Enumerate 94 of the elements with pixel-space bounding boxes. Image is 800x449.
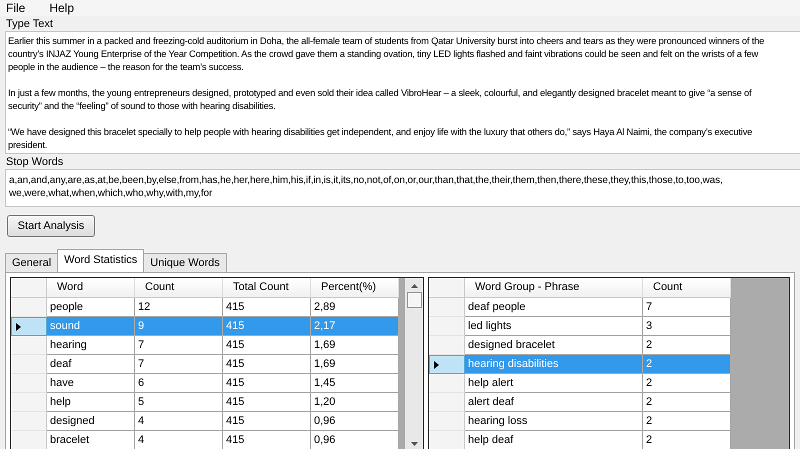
table-cell: 415 [223, 374, 311, 393]
column-header[interactable]: Count [135, 278, 223, 298]
table-cell: 415 [223, 336, 311, 355]
table-cell: 1,69 [311, 355, 399, 374]
table-cell: hearing [47, 336, 135, 355]
table-cell: designed [47, 412, 135, 431]
corner-header [429, 278, 465, 298]
table-row[interactable]: designed bracelet 2 [429, 336, 731, 355]
table-row[interactable]: deaf people 7 [429, 298, 731, 317]
current-row-icon [16, 322, 21, 330]
scroll-up-icon[interactable] [410, 284, 418, 288]
table-cell: 2 [643, 336, 731, 355]
column-header[interactable]: Word [47, 278, 135, 298]
vertical-scrollbar[interactable] [399, 278, 423, 449]
field-label: Type Text [5, 17, 54, 31]
text-line: Earlier this summer in a packed and freezing-cold auditorium in Doha, the all-female team of students from Qatar University burst into cheers and tears as they were pronounced winners of the [8, 34, 766, 47]
table-cell: 2,17 [311, 317, 399, 336]
table-row[interactable]: alert deaf 2 [429, 393, 731, 412]
table-cell: 3 [643, 317, 731, 336]
text-line: people in the audience – the reason for the team’s success. [8, 60, 245, 73]
table-cell: hearing disabilities [465, 355, 643, 374]
table-cell: sound [47, 317, 135, 336]
table-cell: people [47, 298, 135, 317]
table-cell: 6 [135, 374, 223, 393]
table-cell: have [47, 374, 135, 393]
table-cell: 0,96 [311, 412, 399, 431]
table-cell: 5 [135, 393, 223, 412]
column-header[interactable]: Word Group - Phrase [465, 278, 643, 298]
table-cell: 415 [223, 431, 311, 449]
row-header[interactable] [429, 355, 465, 374]
column-header[interactable]: Total Count [223, 278, 311, 298]
table-cell: 415 [223, 393, 311, 412]
table-cell: 2 [643, 374, 731, 393]
text-line: a,an,and,any,are,as,at,be,been,by,else,from,has,he,her,here,him,his,if,in,is,it,its,no,not,of,on,or,our,than,that,the,their,them,then,there,these,they,this,those,to,too,was, [9, 174, 724, 187]
table-row[interactable]: bracelet 4 415 0,96 [11, 431, 399, 449]
table-row[interactable]: people 12 415 2,89 [11, 298, 399, 317]
table-row[interactable]: deaf 7 415 1,69 [11, 355, 399, 374]
corner-header [11, 278, 47, 298]
tab[interactable]: Unique Words [143, 253, 227, 272]
table-cell: 12 [135, 298, 223, 317]
table-cell: 4 [135, 431, 223, 449]
row-header[interactable] [11, 317, 47, 336]
table-cell: deaf [47, 355, 135, 374]
table-cell: 7 [135, 355, 223, 374]
text-line: In just a few months, the young entrepreneurs designed, prototyped and even sold their idea called VibroHear – a sleek, colourful, and elegantly designed bracelet meant to give “a sense of [8, 86, 753, 99]
table-cell: 415 [223, 355, 311, 374]
table-row[interactable]: led lights 3 [429, 317, 731, 336]
table-row[interactable]: have 6 415 1,45 [11, 374, 399, 393]
text-line: president. [8, 138, 48, 151]
table-cell: 415 [223, 412, 311, 431]
table-cell: help [47, 393, 135, 412]
table-cell: 7 [135, 336, 223, 355]
text-line: security” and the “feeling” of sound to those with hearing disabilities. [8, 99, 277, 112]
field-label: Stop Words [5, 155, 64, 169]
scroll-thumb[interactable] [406, 292, 422, 308]
table-cell: 2 [643, 393, 731, 412]
table-cell: 1,20 [311, 393, 399, 412]
menu-item[interactable]: Help [49, 1, 74, 15]
table-cell: designed bracelet [465, 336, 643, 355]
table-cell: 9 [135, 317, 223, 336]
table-cell: led lights [465, 317, 643, 336]
current-row-icon [434, 360, 439, 368]
table-cell: help alert [465, 374, 643, 393]
table-cell: 0,96 [311, 431, 399, 449]
scroll-down-icon[interactable] [410, 442, 418, 446]
table-row[interactable]: help 5 415 1,20 [11, 393, 399, 412]
tab[interactable]: General [5, 253, 58, 272]
table-cell: 2 [643, 412, 731, 431]
column-header[interactable]: Percent(%) [311, 278, 399, 298]
start-analysis-button[interactable]: Start Analysis [7, 215, 95, 237]
text-line: we,were,what,when,which,who,why,with,my,for [9, 187, 214, 200]
table-row[interactable]: designed 4 415 0,96 [11, 412, 399, 431]
column-header[interactable]: Count [643, 278, 731, 298]
tab[interactable]: Word Statistics [57, 249, 144, 272]
menu-item[interactable]: File [6, 1, 26, 15]
table-cell: 415 [223, 317, 311, 336]
table-cell: 4 [135, 412, 223, 431]
table-cell: deaf people [465, 298, 643, 317]
table-row[interactable]: help alert 2 [429, 374, 731, 393]
table-cell: 1,69 [311, 336, 399, 355]
table-cell: 2,89 [311, 298, 399, 317]
text-line: “We have designed this bracelet specially to help people with hearing disabilities get independent, and enjoy life with the luxury that others do,” says Haya Al Naimi, the company’s executive [8, 125, 754, 138]
stop-words-field[interactable] [5, 169, 800, 207]
table-cell: hearing loss [465, 412, 643, 431]
table-cell: 2 [643, 355, 731, 374]
table-cell: 7 [643, 298, 731, 317]
table-cell: 415 [223, 298, 311, 317]
table-row[interactable]: hearing 7 415 1,69 [11, 336, 399, 355]
table-cell: 1,45 [311, 374, 399, 393]
text-input-field[interactable] [5, 31, 800, 154]
table-cell: alert deaf [465, 393, 643, 412]
text-line: country’s INJAZ Young Enterprise of the Year Competition. As the crowd gave them a standing ovation, tiny LED lights flashed and faint vibrations could be seen and felt on the wrists of a few [8, 47, 760, 60]
table-row[interactable]: help deaf 2 [429, 431, 731, 449]
table-row[interactable]: hearing loss 2 [429, 412, 731, 431]
